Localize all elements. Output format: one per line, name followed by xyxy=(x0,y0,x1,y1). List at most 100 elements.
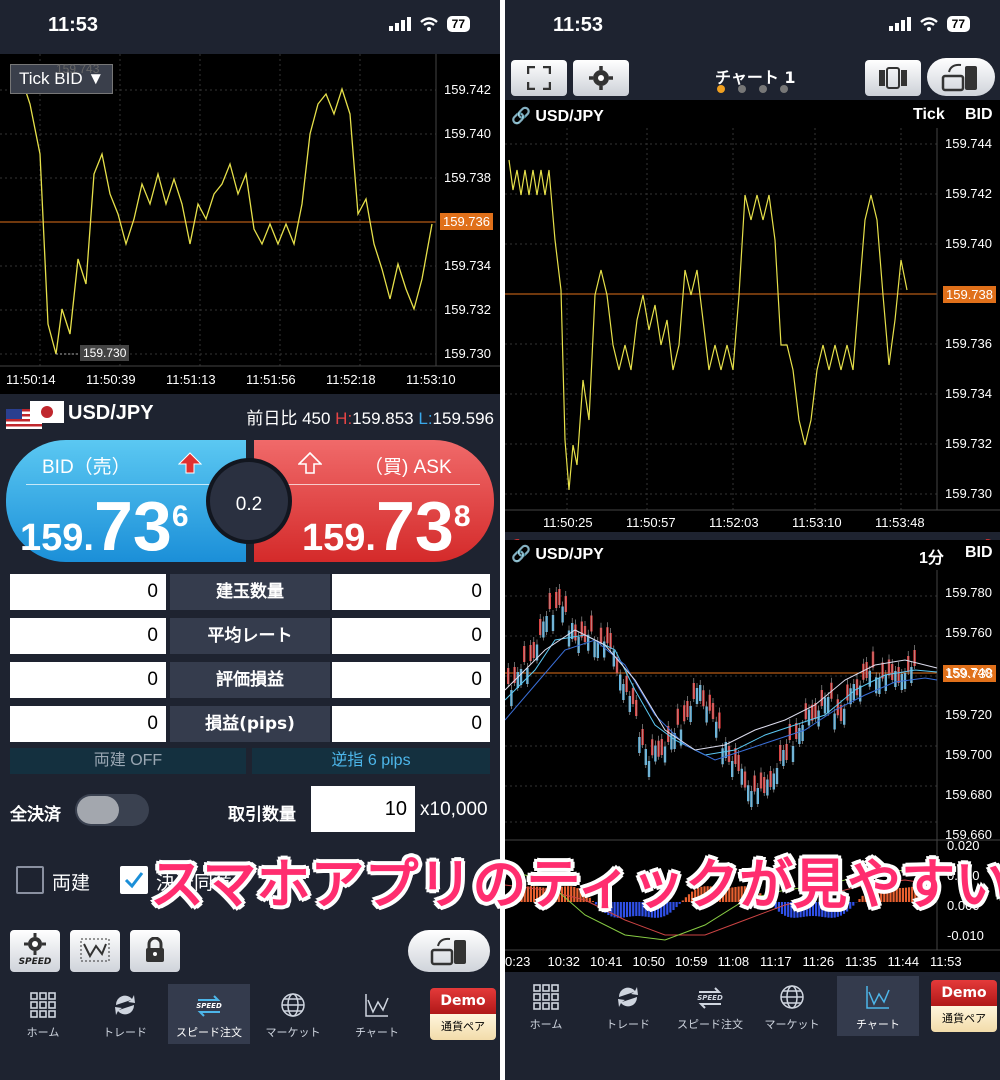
settle-checkbox[interactable] xyxy=(120,866,148,894)
bottom-chart-header: 🔗 USD/JPY xyxy=(511,544,604,564)
nav-trade[interactable]: トレード xyxy=(84,984,166,1044)
ghost-high-label: 159.743 xyxy=(56,62,100,76)
order-bar-button[interactable] xyxy=(865,60,921,96)
top-chart-pair: USD/JPY xyxy=(535,108,604,125)
axis-label: 11:50:14 xyxy=(6,372,56,387)
tick-chart[interactable]: Tick BID ▼ 159.743 159.736 159.730 159.7… xyxy=(0,54,500,394)
link-icon: 🔗 xyxy=(511,108,531,125)
caption-banner: スマホアプリのティックが見やすい xyxy=(150,853,1000,916)
rotate-screen-button[interactable] xyxy=(408,930,490,972)
hedge-checkbox[interactable] xyxy=(16,866,44,894)
axis-label: 11:44 xyxy=(887,954,920,969)
axis-label: 11:53:10 xyxy=(406,372,456,387)
ask-price-fraction: 8 xyxy=(453,500,471,533)
speed-icon-text: SPEED xyxy=(196,1002,222,1010)
tick-chart-top[interactable]: 🔗 USD/JPY Tick BID 159.738 159.744 159.74… xyxy=(505,100,1000,532)
demo-currency-badge[interactable]: Demo 通貨ペア xyxy=(430,988,496,1040)
bid-price: 159.736 xyxy=(20,486,189,566)
axis-label: 159.730 xyxy=(444,346,491,361)
signal-icon xyxy=(888,17,911,31)
ask-label: （買) ASK xyxy=(364,457,452,478)
demo-currency-badge[interactable]: Demo 通貨ペア xyxy=(931,980,997,1032)
qty-label: 取引数量 xyxy=(228,805,296,825)
bottom-nav: ホーム トレード SPEED スピード注文 マーケット チャート Demo 通貨… xyxy=(0,984,500,1044)
axis-label: 10:41 xyxy=(590,954,623,969)
switch-knob xyxy=(77,796,119,824)
spread-badge: 0.2 xyxy=(206,458,292,544)
axis-label: 159.700 xyxy=(945,747,992,762)
link-icon: 🔗 xyxy=(511,546,531,563)
axis-label: 159.720 xyxy=(945,707,992,722)
buy-position-qty: 0 xyxy=(332,574,490,610)
hedge-setting-badge[interactable]: 両建 OFF xyxy=(10,748,246,774)
nav-chart-label: チャート xyxy=(856,1018,900,1031)
arrow-up-icon xyxy=(178,452,202,474)
axis-label: 11:53:10 xyxy=(792,515,842,530)
nav-market[interactable]: マーケット xyxy=(751,976,833,1036)
nav-market[interactable]: マーケット xyxy=(252,984,334,1044)
status-bar-right: 11:53 77 xyxy=(505,0,1000,54)
ask-price-pips: 73 xyxy=(375,487,454,565)
axis-label: 159.744 xyxy=(945,136,992,151)
lock-icon xyxy=(146,937,164,962)
status-time-right: 11:53 xyxy=(553,14,604,36)
ask-divider xyxy=(284,484,480,485)
qty-unit: x10,000 xyxy=(420,799,488,820)
position-qty-row: 0 建玉数量 0 xyxy=(10,574,490,610)
pl-pips-row: 0 損益(pips) 0 xyxy=(10,706,490,742)
bid-price-fraction: 6 xyxy=(171,500,189,533)
chart-icon xyxy=(80,938,110,962)
close-all-switch[interactable] xyxy=(75,794,149,826)
nav-home-label: ホーム xyxy=(26,1026,60,1039)
nav-trade-label: トレード xyxy=(606,1018,650,1031)
axis-label: 159.742 xyxy=(945,186,992,201)
nav-chart[interactable]: チャート xyxy=(837,976,919,1036)
top-chart-side: BID xyxy=(965,106,993,123)
trade-cycle-icon xyxy=(115,995,135,1015)
qty-input[interactable]: 10 xyxy=(311,786,415,832)
home-grid-icon xyxy=(533,984,559,1010)
axis-label: 159.732 xyxy=(945,436,992,451)
signal-icon xyxy=(388,17,411,31)
nav-trade-label: トレード xyxy=(103,1026,147,1039)
nav-speed-order[interactable]: SPEED スピード注文 xyxy=(669,976,751,1036)
check-icon xyxy=(124,872,144,889)
low-price-tag: 159.730 xyxy=(80,345,130,361)
fullscreen-button[interactable] xyxy=(511,60,567,96)
speed-settings-button[interactable]: SPEED xyxy=(10,930,60,972)
chart-icon xyxy=(365,994,389,1017)
nav-home[interactable]: ホーム xyxy=(2,984,84,1044)
axis-label: 159.760 xyxy=(945,625,992,640)
ask-price-major: 159. xyxy=(302,517,376,559)
bid-price-major: 159. xyxy=(20,517,94,559)
axis-label: 159.738 xyxy=(444,170,491,185)
battery-icon: 77 xyxy=(946,16,970,32)
axis-label: 11:51:13 xyxy=(166,372,216,387)
status-icons: 77 xyxy=(388,16,470,32)
axis-label: -0.010 xyxy=(947,928,984,943)
chart-toggle-button[interactable] xyxy=(70,930,120,972)
rotate-screen-button-right[interactable] xyxy=(927,58,995,96)
status-bar: 11:53 77 xyxy=(0,0,500,54)
rotate-device-icon xyxy=(941,63,977,92)
chart-splitter[interactable] xyxy=(505,532,1000,548)
arrow-up-outline-icon xyxy=(298,452,322,474)
ask-price: 159.738 xyxy=(302,486,471,566)
chart-settings-button[interactable] xyxy=(573,60,629,96)
sell-average-rate: 0 xyxy=(10,618,166,654)
stop-setting-badge[interactable]: 逆指 6 pips xyxy=(252,748,490,774)
top-chart-type: Tick xyxy=(913,106,945,123)
average-rate-row: 0 平均レート 0 xyxy=(10,618,490,654)
gear-icon xyxy=(24,933,46,955)
status-icons-right: 77 xyxy=(888,16,970,32)
axis-label: 11:26 xyxy=(802,954,835,969)
buy-average-rate: 0 xyxy=(332,618,490,654)
lock-button[interactable] xyxy=(130,930,180,972)
axis-label: 159.730 xyxy=(945,486,992,501)
axis-label: 159.736 xyxy=(945,336,992,351)
nav-trade[interactable]: トレード xyxy=(587,976,669,1036)
nav-speed-order[interactable]: SPEED スピード注文 xyxy=(168,984,250,1044)
nav-home[interactable]: ホーム xyxy=(505,976,587,1036)
axis-label: 11:53 xyxy=(930,954,962,969)
nav-chart[interactable]: チャート xyxy=(336,984,418,1044)
